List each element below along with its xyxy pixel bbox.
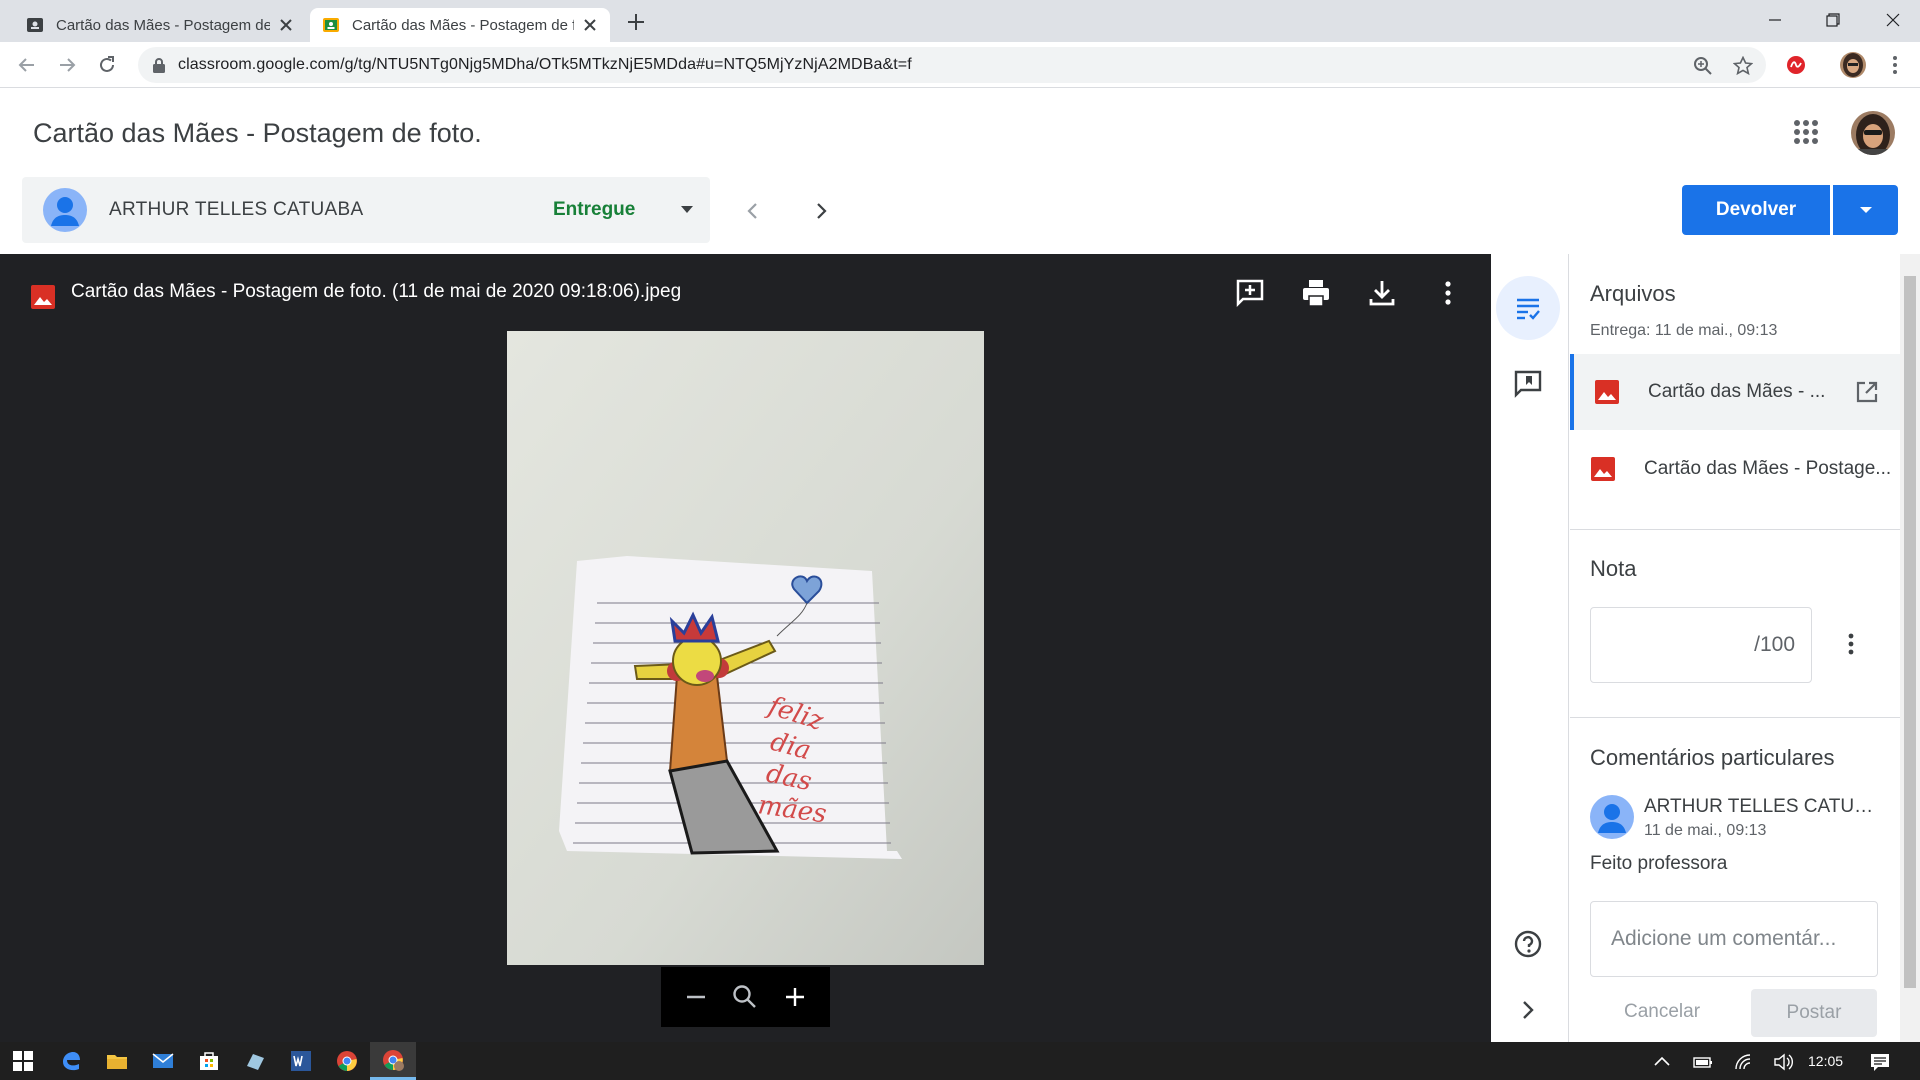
assignment-details-icon[interactable] xyxy=(1496,276,1560,340)
new-tab-icon[interactable] xyxy=(624,10,648,34)
extension-icon[interactable] xyxy=(1783,52,1809,78)
restore-icon[interactable] xyxy=(1810,0,1856,40)
grading-panel: Arquivos Entrega: 11 de mai., 09:13 Cart… xyxy=(1570,254,1900,1042)
zoom-out-icon[interactable] xyxy=(681,982,711,1012)
files-heading: Arquivos xyxy=(1590,281,1676,306)
avatar xyxy=(1590,795,1634,839)
next-student-icon[interactable] xyxy=(808,198,834,224)
browser-tab-1[interactable]: Cartão das Mães - Postagem de foto. xyxy=(14,8,306,42)
cancel-button[interactable]: Cancelar xyxy=(1624,1001,1700,1023)
grade-more-options-icon[interactable] xyxy=(1838,631,1864,657)
file-viewer: Cartão das Mães - Postagem de foto. (11 … xyxy=(0,254,1491,1042)
panel-scrollbar[interactable] xyxy=(1900,254,1920,1042)
student-name: ARTHUR TELLES CATUABA xyxy=(109,199,364,220)
comments-icon[interactable] xyxy=(1496,352,1560,416)
add-comment-icon[interactable] xyxy=(1233,276,1267,310)
lock-icon xyxy=(152,57,166,73)
image-file-icon xyxy=(1590,456,1616,482)
battery-icon[interactable] xyxy=(1692,1051,1714,1073)
file-explorer-icon[interactable] xyxy=(94,1042,140,1080)
previous-student-icon[interactable] xyxy=(740,198,766,224)
browser-tab-2[interactable]: Cartão das Mães - Postagem de foto. xyxy=(310,8,610,42)
grade-heading: Nota xyxy=(1590,556,1637,581)
tab-title: Cartão das Mães - Postagem de foto. xyxy=(56,16,270,34)
private-comments-heading: Comentários particulares xyxy=(1590,745,1835,770)
download-icon[interactable] xyxy=(1365,276,1399,310)
volume-icon[interactable] xyxy=(1772,1051,1794,1073)
store-icon[interactable] xyxy=(186,1042,232,1080)
file-name: Cartão das Mães - Postage... xyxy=(1644,458,1892,479)
file-item-1[interactable]: Cartão das Mães - ... xyxy=(1570,354,1900,430)
chrome-icon[interactable] xyxy=(324,1042,370,1080)
comment-text: Feito professora xyxy=(1590,853,1728,874)
account-avatar[interactable] xyxy=(1851,111,1895,155)
minimize-icon[interactable] xyxy=(1752,0,1798,40)
grade-input[interactable]: /100 xyxy=(1590,607,1812,683)
profile-avatar[interactable] xyxy=(1840,52,1866,78)
scroll-thumb[interactable] xyxy=(1904,276,1916,988)
url-text: classroom.google.com/g/tg/NTU5NTg0Njg5MD… xyxy=(178,56,912,73)
page-title: Cartão das Mães - Postagem de foto. xyxy=(33,118,482,148)
windows-taskbar: 12:05 xyxy=(0,1042,1920,1080)
image-file-icon xyxy=(1594,379,1620,405)
comment-input[interactable]: Adicione um comentár... xyxy=(1590,901,1878,977)
viewer-file-title: Cartão das Mães - Postagem de foto. (11 … xyxy=(71,281,682,302)
chrome-profile-icon[interactable] xyxy=(370,1042,416,1080)
student-avatar xyxy=(43,188,87,232)
bookmark-star-icon[interactable] xyxy=(1733,56,1753,76)
student-selector[interactable]: ARTHUR TELLES CATUABA Entregue xyxy=(22,177,710,243)
zoom-page-icon[interactable] xyxy=(1693,56,1713,76)
open-in-new-icon[interactable] xyxy=(1854,379,1880,405)
chevron-down-icon xyxy=(1859,207,1872,213)
submitted-photo: feliz dia das mães xyxy=(507,331,984,965)
browser-menu-icon[interactable] xyxy=(1882,52,1908,78)
reload-icon[interactable] xyxy=(92,50,122,80)
browser-toolbar: classroom.google.com/g/tg/NTU5NTg0Njg5MD… xyxy=(0,42,1920,88)
image-file-icon xyxy=(30,284,56,310)
expand-panel-icon[interactable] xyxy=(1496,978,1560,1042)
google-apps-icon[interactable] xyxy=(1793,119,1819,145)
comment-author: ARTHUR TELLES CATUA... xyxy=(1644,796,1876,817)
help-icon[interactable] xyxy=(1496,912,1560,976)
status-badge: Entregue xyxy=(553,199,636,220)
app-icon[interactable] xyxy=(232,1042,278,1080)
close-tab-icon[interactable] xyxy=(278,17,294,33)
edge-icon[interactable] xyxy=(48,1042,94,1080)
return-button[interactable]: Devolver xyxy=(1682,185,1830,235)
classroom-favicon-icon xyxy=(26,16,44,34)
close-window-icon[interactable] xyxy=(1870,0,1916,40)
tab-title: Cartão das Mães - Postagem de foto. xyxy=(352,16,574,34)
zoom-in-icon[interactable] xyxy=(780,982,810,1012)
chevron-up-icon[interactable] xyxy=(1651,1051,1673,1073)
submission-date: Entrega: 11 de mai., 09:13 xyxy=(1590,322,1778,339)
divider xyxy=(1570,529,1900,530)
post-button[interactable]: Postar xyxy=(1751,989,1877,1037)
browser-tab-strip: Cartão das Mães - Postagem de foto. Cart… xyxy=(0,0,1920,42)
windows-start-icon[interactable] xyxy=(0,1042,46,1080)
comment-placeholder: Adicione um comentár... xyxy=(1611,927,1837,950)
mail-icon[interactable] xyxy=(140,1042,186,1080)
notifications-icon[interactable] xyxy=(1869,1051,1891,1073)
wifi-icon[interactable] xyxy=(1733,1051,1755,1073)
divider xyxy=(1570,717,1900,718)
comment-date: 11 de mai., 09:13 xyxy=(1644,822,1767,839)
print-icon[interactable] xyxy=(1299,276,1333,310)
back-icon[interactable] xyxy=(12,50,42,80)
forward-icon[interactable] xyxy=(52,50,82,80)
chevron-down-icon[interactable] xyxy=(680,203,694,217)
grade-max: /100 xyxy=(1754,633,1795,656)
address-bar[interactable]: classroom.google.com/g/tg/NTU5NTg0Njg5MD… xyxy=(138,47,1766,83)
zoom-controls xyxy=(661,967,830,1027)
file-name: Cartão das Mães - ... xyxy=(1648,381,1826,402)
side-rail xyxy=(1491,254,1569,1042)
return-options-button[interactable] xyxy=(1833,185,1898,235)
close-tab-icon[interactable] xyxy=(582,17,598,33)
file-item-2[interactable]: Cartão das Mães - Postage... xyxy=(1570,431,1900,507)
classroom-favicon-icon xyxy=(322,16,340,34)
more-options-icon[interactable] xyxy=(1431,276,1465,310)
taskbar-clock[interactable]: 12:05 xyxy=(1808,1053,1843,1069)
zoom-reset-icon[interactable] xyxy=(730,982,760,1012)
word-icon[interactable] xyxy=(278,1042,324,1080)
